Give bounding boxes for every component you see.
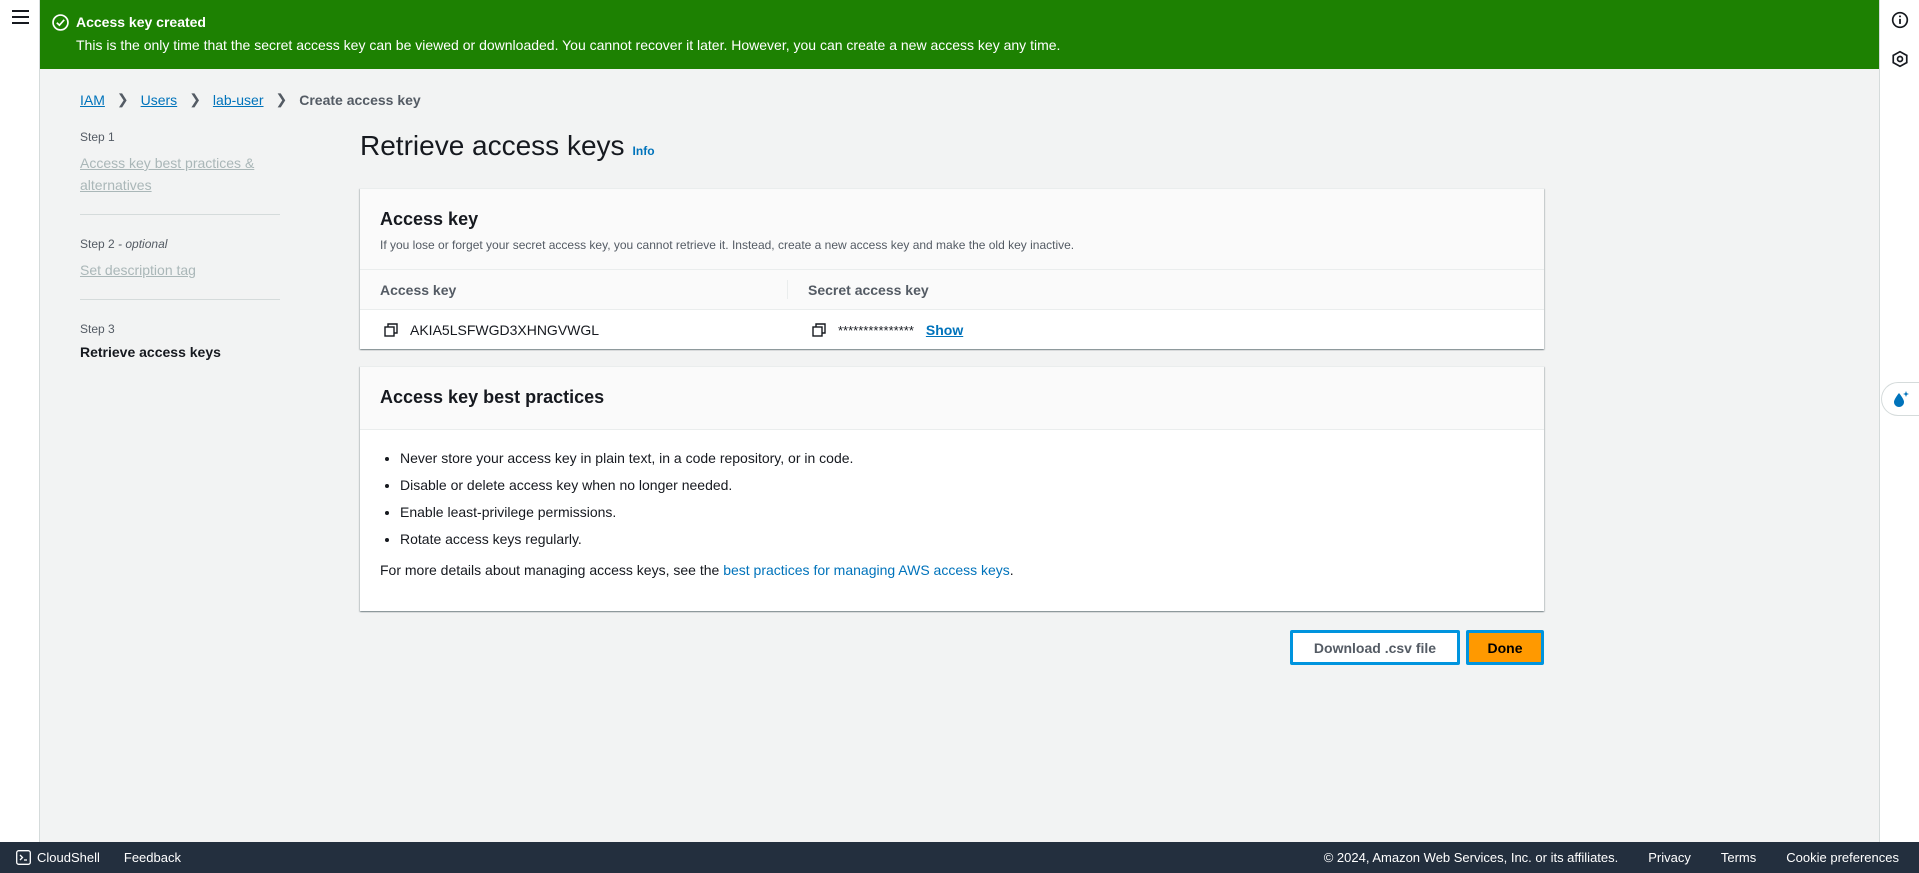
privacy-link[interactable]: Privacy — [1648, 850, 1691, 865]
panel-description: If you lose or forget your secret access… — [380, 238, 1075, 252]
breadcrumb-users[interactable]: Users — [141, 92, 178, 108]
step-2: Step 2 - optional Set description tag — [80, 237, 280, 300]
best-practices-footer: For more details about managing access k… — [380, 562, 1524, 578]
feedback-button[interactable]: Feedback — [124, 850, 181, 865]
wizard-steps: Step 1 Access key best practices & alter… — [80, 130, 280, 400]
list-item: Disable or delete access key when no lon… — [400, 477, 1524, 494]
copy-icon[interactable] — [384, 323, 398, 337]
chevron-right-icon: ❯ — [116, 91, 129, 107]
step-1: Step 1 Access key best practices & alter… — [80, 130, 280, 215]
list-item: Rotate access keys regularly. — [400, 531, 1524, 548]
copy-icon[interactable] — [812, 323, 826, 337]
step-3: Step 3 Retrieve access keys — [80, 322, 280, 378]
step-1-link[interactable]: Access key best practices & alternatives — [80, 152, 280, 196]
step-number: Step 1 — [80, 130, 115, 144]
panel-title: Access key — [380, 209, 479, 229]
flash-message: This is the only time that the secret ac… — [76, 37, 1061, 53]
breadcrumb-current: Create access key — [299, 91, 421, 108]
column-header-access-key: Access key — [360, 280, 788, 299]
cloudshell-button[interactable]: CloudShell — [37, 850, 100, 865]
best-practices-panel-header: Access key best practices — [360, 367, 1544, 430]
key-table-row: AKIA5LSFWGD3XHNGVWGL *************** Sho… — [360, 310, 1544, 350]
step-optional: - optional — [118, 237, 168, 251]
breadcrumb-iam[interactable]: IAM — [80, 92, 105, 108]
info-icon[interactable] — [1891, 11, 1909, 29]
step-number-text: Step 2 — [80, 237, 115, 251]
step-number: Step 2 - optional — [80, 237, 280, 251]
show-secret-link[interactable]: Show — [926, 322, 963, 338]
footer-left: CloudShell Feedback — [0, 850, 181, 865]
list-item: Never store your access key in plain tex… — [400, 450, 1524, 467]
breadcrumb-lab-user[interactable]: lab-user — [213, 92, 264, 108]
panel-title: Access key best practices — [380, 387, 605, 407]
console-footer: CloudShell Feedback © 2024, Amazon Web S… — [0, 842, 1919, 873]
success-flash-banner: Access key created This is the only time… — [40, 0, 1879, 69]
info-link[interactable]: Info — [633, 144, 655, 158]
access-key-value: AKIA5LSFWGD3XHNGVWGL — [410, 322, 600, 338]
chevron-right-icon: ❯ — [275, 91, 288, 107]
list-item: Enable least-privilege permissions. — [400, 504, 1524, 521]
page-title: Retrieve access keys — [360, 130, 625, 161]
terms-link[interactable]: Terms — [1721, 850, 1756, 865]
ai-assistant-tab[interactable] — [1881, 382, 1919, 416]
chevron-right-icon: ❯ — [189, 91, 201, 107]
right-rail — [1879, 0, 1919, 842]
left-rail — [0, 0, 40, 842]
sparkle-droplet-icon — [1893, 391, 1909, 407]
page-header: Retrieve access keys Info — [360, 130, 655, 162]
best-practices-link[interactable]: best practices for managing AWS access k… — [723, 562, 1010, 578]
breadcrumb: IAM ❯ Users ❯ lab-user ❯ Create access k… — [80, 91, 421, 108]
done-button[interactable]: Done — [1466, 630, 1544, 665]
hexagon-settings-icon[interactable] — [1891, 50, 1909, 68]
secret-key-cell: *************** Show — [788, 322, 963, 338]
step-number: Step 3 — [80, 322, 115, 336]
footer-prefix: For more details about managing access k… — [380, 562, 724, 578]
access-key-cell: AKIA5LSFWGD3XHNGVWGL — [360, 322, 788, 338]
access-key-panel: Access key If you lose or forget your se… — [360, 188, 1544, 349]
step-3-active: Retrieve access keys — [80, 344, 221, 360]
download-csv-button[interactable]: Download .csv file — [1290, 630, 1460, 665]
best-practices-body: Never store your access key in plain tex… — [360, 430, 1544, 578]
flash-title: Access key created — [76, 14, 206, 30]
cloudshell-icon — [16, 850, 31, 865]
best-practices-panel: Access key best practices Never store yo… — [360, 366, 1544, 611]
check-circle-icon — [52, 14, 69, 31]
menu-icon[interactable] — [12, 10, 29, 24]
footer-suffix: . — [1009, 562, 1014, 578]
cookie-preferences-link[interactable]: Cookie preferences — [1786, 850, 1899, 865]
key-table-header: Access key Secret access key — [360, 270, 1544, 310]
secret-key-masked: *************** — [838, 322, 914, 338]
access-key-panel-header: Access key If you lose or forget your se… — [360, 189, 1544, 270]
best-practices-list: Never store your access key in plain tex… — [380, 450, 1524, 548]
footer-right: © 2024, Amazon Web Services, Inc. or its… — [1294, 850, 1919, 865]
step-2-link[interactable]: Set description tag — [80, 259, 280, 281]
copyright-text: © 2024, Amazon Web Services, Inc. or its… — [1323, 850, 1619, 865]
column-header-secret: Secret access key — [808, 282, 929, 298]
